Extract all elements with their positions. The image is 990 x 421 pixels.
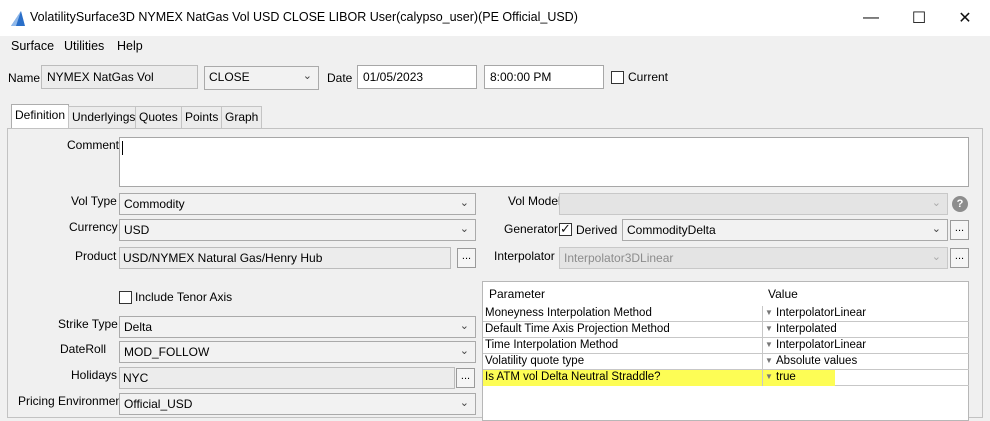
currency-label: Currency — [69, 220, 118, 234]
currency-select[interactable]: USD ⌄ — [119, 219, 476, 241]
dateroll-select[interactable]: MOD_FOLLOW ⌄ — [119, 341, 476, 363]
parameter-cell: Default Time Axis Projection Method — [485, 323, 670, 335]
table-row[interactable]: Time Interpolation Method InterpolatorLin… — [483, 338, 969, 354]
date-field[interactable]: 01/05/2023 — [357, 65, 477, 89]
product-browse-button[interactable]: ... — [457, 248, 476, 268]
window-title: VolatilitySurface3D NYMEX NatGas Vol USD… — [30, 10, 578, 24]
comment-textarea[interactable] — [119, 137, 969, 187]
value-cell[interactable]: InterpolatorLinear — [774, 338, 964, 354]
close-select-value: CLOSE — [209, 70, 250, 84]
strike-type-value: Delta — [124, 320, 153, 334]
dropdown-arrow-icon[interactable]: ▼ — [765, 340, 773, 349]
tab-underlyings[interactable]: Underlyings — [68, 106, 140, 128]
chevron-down-icon: ⌄ — [459, 397, 469, 409]
generator-label: Generator — [504, 222, 559, 236]
pricing-env-value: Official_USD — [124, 397, 193, 411]
column-header-value[interactable]: Value — [764, 282, 964, 306]
holidays-field[interactable]: NYC — [119, 367, 455, 389]
column-divider — [762, 322, 763, 338]
interpolator-label: Interpolator — [494, 249, 555, 263]
generator-value: CommodityDelta — [627, 223, 716, 237]
tab-definition[interactable]: Definition — [11, 104, 70, 129]
vol-type-value: Commodity — [124, 197, 185, 211]
parameter-cell: Volatility quote type — [485, 355, 585, 367]
name-label: Name — [8, 71, 41, 85]
text-cursor — [122, 141, 123, 155]
chevron-down-icon: ⌄ — [459, 197, 469, 209]
interpolator-select[interactable]: Interpolator3DLinear ⌄ — [559, 247, 948, 269]
product-label: Product — [75, 249, 117, 263]
include-tenor-checkbox[interactable] — [119, 291, 132, 304]
menu-help[interactable]: Help — [117, 39, 143, 53]
tab-points[interactable]: Points — [181, 106, 223, 128]
dropdown-arrow-icon[interactable]: ▼ — [765, 308, 773, 317]
interpolator-browse-button[interactable]: ... — [950, 248, 969, 268]
table-row[interactable]: Is ATM vol Delta Neutral Straddle? true ▼ — [483, 370, 969, 386]
close-select[interactable]: CLOSE ⌄ — [204, 66, 319, 90]
surface-app-icon — [11, 11, 25, 26]
derived-checkbox[interactable] — [559, 221, 572, 237]
holidays-browse-button[interactable]: ... — [456, 368, 475, 388]
comment-label: Comment — [67, 138, 120, 152]
strike-type-label: Strike Type — [58, 317, 118, 331]
vol-model-label: Vol Model — [508, 194, 561, 208]
current-label: Current — [628, 70, 669, 84]
holidays-label: Holidays — [71, 368, 118, 382]
vol-model-select[interactable]: ⌄ — [559, 193, 948, 215]
derived-label: Derived — [576, 223, 618, 237]
chevron-down-icon: ⌄ — [931, 197, 941, 209]
name-field[interactable]: NYMEX NatGas Vol — [41, 65, 198, 89]
close-button[interactable]: ✕ — [942, 0, 988, 36]
date-label: Date — [327, 71, 353, 85]
menu-surface[interactable]: Surface — [11, 39, 54, 53]
value-cell[interactable]: Absolute values — [774, 354, 964, 370]
generator-browse-button[interactable]: ... — [950, 220, 969, 240]
value-cell[interactable]: InterpolatorLinear — [774, 306, 964, 322]
parameter-cell: Time Interpolation Method — [485, 339, 619, 351]
currency-value: USD — [124, 223, 150, 237]
column-divider — [762, 354, 763, 370]
table-row[interactable]: Volatility quote type Absolute values ▼ — [483, 354, 969, 370]
chevron-down-icon: ⌄ — [302, 70, 312, 82]
column-divider — [762, 306, 763, 322]
strike-type-select[interactable]: Delta ⌄ — [119, 316, 476, 338]
value-cell[interactable]: Interpolated — [774, 322, 964, 338]
parameter-table: Parameter Value Moneyness Interpolation … — [482, 281, 969, 421]
generator-select[interactable]: CommodityDelta ⌄ — [622, 219, 948, 241]
dropdown-arrow-icon[interactable]: ▼ — [765, 324, 773, 333]
value-cell[interactable]: true — [763, 370, 835, 386]
chevron-down-icon: ⌄ — [931, 223, 941, 235]
chevron-down-icon: ⌄ — [931, 251, 941, 263]
pricing-env-label: Pricing Environment — [18, 394, 126, 408]
interpolator-value: Interpolator3DLinear — [564, 251, 674, 265]
chevron-down-icon: ⌄ — [459, 223, 469, 235]
tab-quotes[interactable]: Quotes — [135, 106, 182, 128]
current-checkbox[interactable] — [611, 71, 624, 84]
table-row[interactable]: Moneyness Interpolation Method Interpolat… — [483, 306, 969, 322]
menu-utilities[interactable]: Utilities — [64, 39, 104, 53]
table-row[interactable]: Default Time Axis Projection Method Inter… — [483, 322, 969, 338]
chevron-down-icon: ⌄ — [459, 345, 469, 357]
tab-graph[interactable]: Graph — [221, 106, 263, 128]
title-bar: VolatilitySurface3D NYMEX NatGas Vol USD… — [0, 0, 990, 36]
parameter-cell: Moneyness Interpolation Method — [485, 307, 652, 319]
column-divider — [762, 338, 763, 354]
chevron-down-icon: ⌄ — [459, 320, 469, 332]
dateroll-value: MOD_FOLLOW — [124, 345, 210, 359]
menu-bar: Surface Utilities Help — [0, 36, 990, 58]
dropdown-arrow-icon[interactable]: ▼ — [765, 372, 773, 381]
column-header-parameter[interactable]: Parameter — [485, 282, 761, 306]
time-field[interactable]: 8:00:00 PM — [484, 65, 604, 89]
parameter-cell: Is ATM vol Delta Neutral Straddle? — [483, 370, 762, 386]
help-icon[interactable]: ? — [952, 196, 968, 212]
minimize-button[interactable]: — — [848, 0, 894, 36]
dropdown-arrow-icon[interactable]: ▼ — [765, 356, 773, 365]
vol-type-select[interactable]: Commodity ⌄ — [119, 193, 476, 215]
vol-type-label: Vol Type — [71, 194, 117, 208]
dateroll-label: DateRoll — [60, 342, 107, 356]
maximize-button[interactable]: ☐ — [896, 0, 942, 36]
include-tenor-label: Include Tenor Axis — [135, 290, 233, 304]
product-field[interactable]: USD/NYMEX Natural Gas/Henry Hub — [119, 247, 451, 269]
pricing-env-select[interactable]: Official_USD ⌄ — [119, 393, 476, 415]
